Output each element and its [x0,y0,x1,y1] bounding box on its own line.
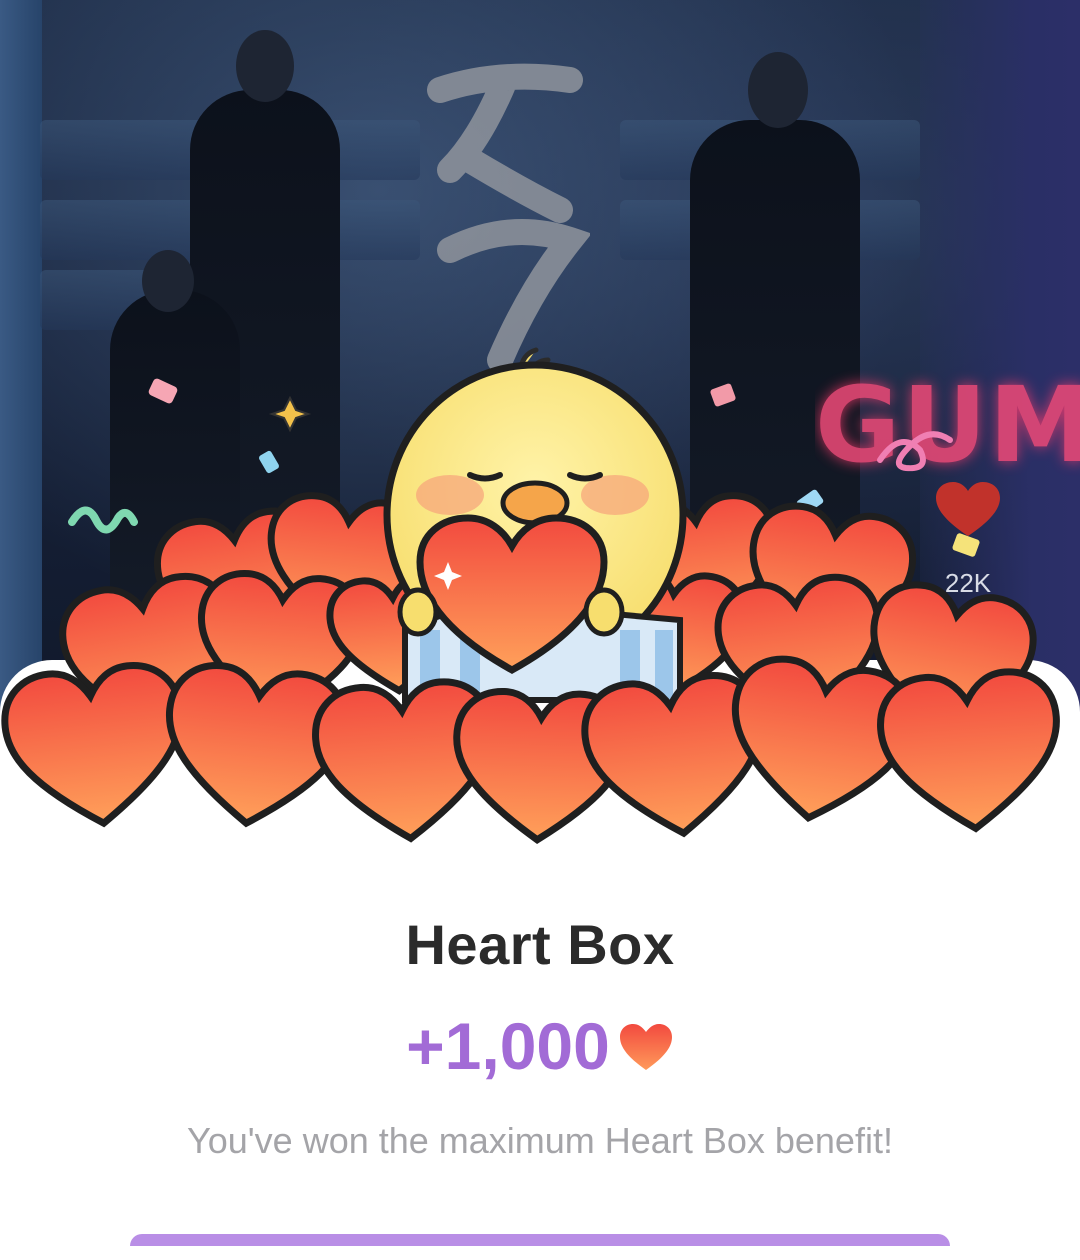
heart-box-title: Heart Box [405,913,675,976]
reward-message: You've won the maximum Heart Box benefit… [187,1120,893,1161]
poster-figure-head [236,30,294,102]
decorative-heart [1,662,185,828]
decorative-heart [877,668,1060,833]
confirm-button[interactable] [130,1234,950,1246]
heart-icon [619,1024,672,1070]
heart-box-illustration [1,347,1060,844]
reward-amount-row: +1,000 [0,1006,1080,1086]
chick-mascot [383,347,687,703]
reward-amount: +1,000 [406,1009,610,1083]
poster-figure-head [142,250,194,312]
poster-brush-title [427,63,590,370]
poster-figure-head [748,52,808,128]
